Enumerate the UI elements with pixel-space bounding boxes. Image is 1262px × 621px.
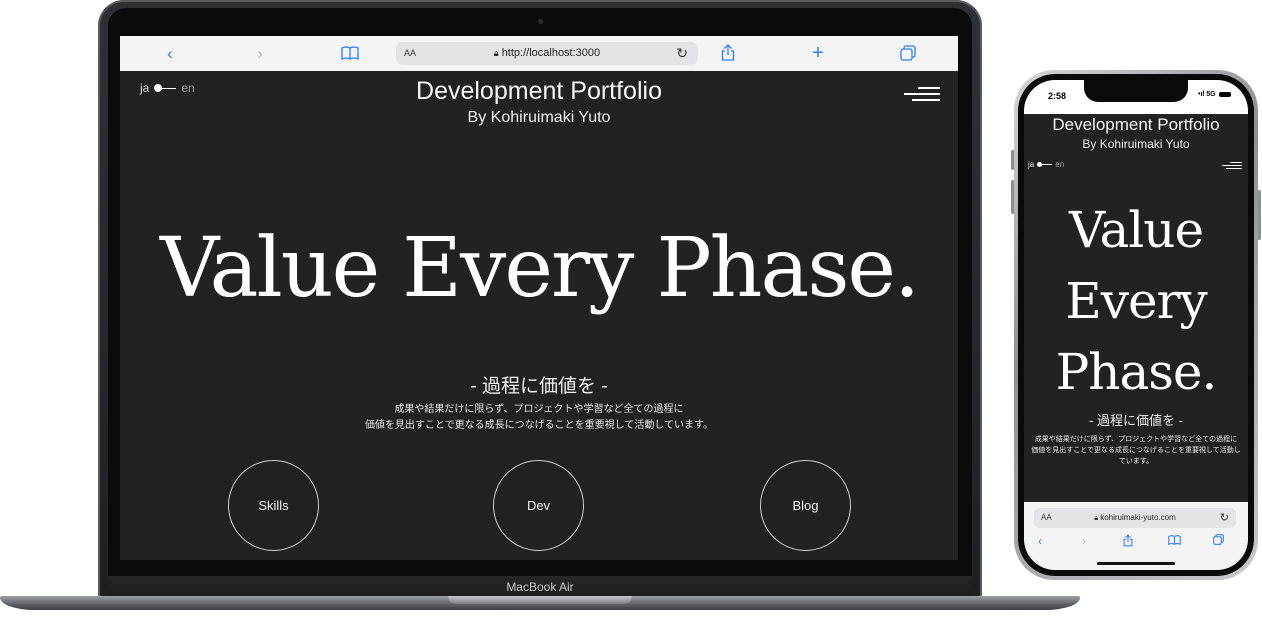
dev-button[interactable]: Dev [493, 460, 584, 551]
description: 成果や結果だけに限らず、プロジェクトや学習など全ての過程に 価値を見出すことで更… [120, 402, 958, 434]
mobile-lock-icon: 🔒︎ [1094, 515, 1098, 522]
share-icon[interactable] [716, 36, 740, 73]
site-title: Development Portfolio [416, 77, 662, 105]
mobile-description: 成果や結果だけに限らず、プロジェクトや学習など全ての過程に 価値を見出すことで更… [1030, 434, 1242, 467]
mobile-toggle-track [1042, 164, 1053, 165]
forward-icon[interactable]: › [248, 36, 272, 71]
hero-heading: Value Every Phase. [159, 221, 920, 316]
home-indicator[interactable] [1097, 562, 1175, 565]
mobile-bookmarks-icon[interactable] [1164, 534, 1184, 548]
laptop-camera [538, 19, 543, 24]
mobile-language-toggle[interactable]: ja en [1028, 160, 1064, 169]
hamburger-menu-icon[interactable] [904, 87, 940, 101]
phone-screen: 2:58 •ıl 5G Development Portfolio By Koh… [1024, 80, 1248, 570]
mobile-hero-heading: Value Every Phase. [1024, 195, 1248, 408]
mobile-hero-line-2: Every [1065, 272, 1207, 330]
laptop-model-label: MacBook Air [108, 576, 972, 596]
signal-text: •ıl 5G [1198, 91, 1216, 98]
new-tab-icon[interactable]: + [806, 36, 830, 71]
url-text: 🔒︎ http://localhost:3000 [396, 42, 698, 65]
blog-button[interactable]: Blog [760, 460, 851, 551]
mobile-site-title: Development Portfolio [1052, 115, 1220, 134]
mobile-lang-ja-label: ja [1028, 160, 1035, 169]
mobile-hero-line-1: Value [1068, 201, 1204, 259]
battery-icon [1218, 92, 1231, 97]
mobile-safari-bar: AA 🔒︎ kohiruimaki-yuto.com ↻ ‹ › [1024, 502, 1248, 570]
tabs-icon[interactable] [896, 36, 920, 73]
laptop-opening-notch [448, 596, 632, 604]
mobile-tabs-icon[interactable] [1208, 534, 1228, 548]
url-value: http://localhost:3000 [501, 47, 601, 59]
address-bar[interactable]: AA 🔒︎ http://localhost:3000 ↻ [396, 42, 698, 65]
mobile-reload-icon[interactable]: ↻ [1220, 508, 1229, 528]
mobile-hero-line-3: Phase. [1055, 343, 1218, 401]
mobile-tagline: - 過程に価値を - [1089, 413, 1183, 428]
tagline: - 過程に価値を - [470, 376, 608, 397]
back-icon[interactable]: ‹ [158, 36, 182, 71]
mobile-back-icon[interactable]: ‹ [1030, 534, 1050, 548]
mobile-forward-icon[interactable]: › [1074, 534, 1094, 548]
status-time: 2:58 [1048, 91, 1067, 101]
signal-indicator: •ıl 5G [1198, 91, 1231, 98]
mobile-url-value: kohiruimaki-yuto.com [1100, 513, 1176, 522]
mobile-address-bar[interactable]: AA 🔒︎ kohiruimaki-yuto.com ↻ [1034, 508, 1236, 528]
dynamic-island [1084, 80, 1188, 102]
mobile-hamburger-menu-icon[interactable] [1222, 162, 1242, 170]
mobile-share-icon[interactable] [1118, 534, 1138, 550]
site-subtitle: By Kohiruimaki Yuto [467, 109, 611, 126]
description-line-2: 価値を見出すことで更なる成長につなげることを重要視して活動しています。 [364, 420, 714, 431]
reload-icon[interactable]: ↻ [676, 42, 688, 65]
mobile-site-subtitle: By Kohiruimaki Yuto [1082, 137, 1190, 151]
mobile-description-line-1: 成果や結果だけに限らず、プロジェクトや学習など全ての過程に [1034, 436, 1238, 443]
status-bar: 2:58 •ıl 5G [1024, 80, 1248, 114]
mobile-lang-en-label: en [1055, 160, 1065, 169]
description-line-1: 成果や結果だけに限らず、プロジェクトや学習など全ての過程に [394, 404, 684, 415]
safari-toolbar: ‹ › AA 🔒︎ http://localhost:3000 ↻ + [120, 36, 958, 72]
laptop-webpage: ja en Development Portfolio By Kohiruima… [120, 71, 958, 560]
mobile-url-text: 🔒︎ kohiruimaki-yuto.com [1034, 508, 1236, 529]
skills-button[interactable]: Skills [228, 460, 319, 551]
lock-icon: 🔒︎ [493, 48, 499, 58]
mobile-description-line-2: 価値を見出すことで更なる成長につなげることを重要視して活動しています。 [1031, 447, 1241, 465]
bookmarks-icon[interactable] [338, 36, 362, 73]
